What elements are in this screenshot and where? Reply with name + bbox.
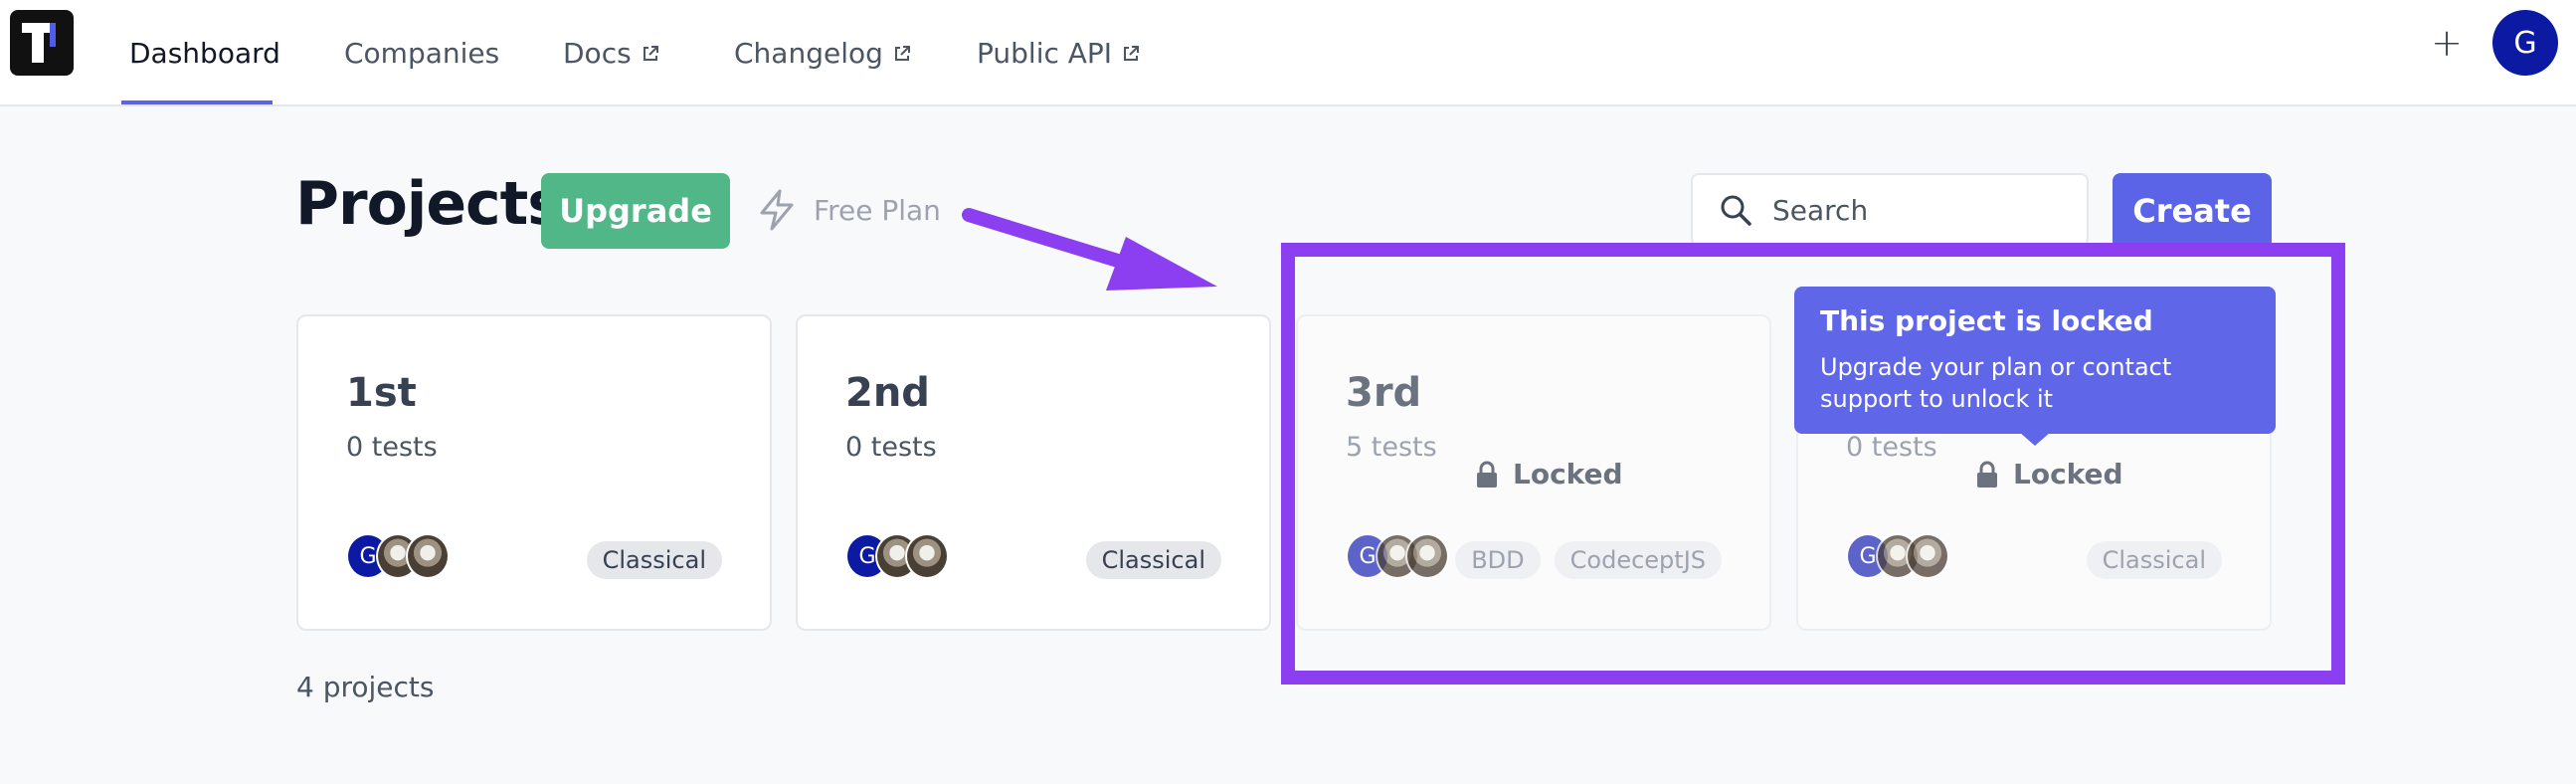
nav-companies-label: Companies (344, 37, 500, 70)
project-tags: Classical (1072, 541, 1221, 579)
project-test-count: 0 tests (845, 432, 937, 463)
page-title: Projects (295, 169, 563, 239)
user-avatar[interactable]: G (2492, 10, 2558, 76)
member-avatars: G (845, 533, 949, 579)
annotation-arrow-icon (962, 208, 1217, 291)
nav-public-api-label: Public API (977, 37, 1113, 70)
project-count: 4 projects (296, 671, 435, 703)
nav-public-api[interactable]: Public API (977, 0, 1140, 106)
member-avatars: G (346, 533, 450, 579)
nav-changelog[interactable]: Changelog (734, 0, 911, 106)
project-tags: Classical (573, 541, 722, 579)
app-logo[interactable] (10, 10, 74, 76)
nav-companies[interactable]: Companies (344, 0, 499, 106)
tag: Classical (1085, 541, 1221, 579)
project-test-count: 0 tests (346, 432, 438, 463)
tag: Classical (586, 541, 722, 579)
create-button[interactable]: Create (2113, 173, 2272, 249)
search-placeholder: Search (1772, 193, 1869, 227)
nav-docs[interactable]: Docs (563, 0, 659, 106)
external-link-icon (893, 37, 911, 70)
avatar (905, 533, 949, 579)
project-card[interactable]: 1st 0 tests G Classical (296, 314, 772, 631)
project-card[interactable]: 2nd 0 tests G Classical (796, 314, 1271, 631)
search-input[interactable]: Search (1691, 173, 2089, 247)
project-name: 2nd (845, 370, 930, 416)
lightning-icon (760, 189, 794, 231)
nav-changelog-label: Changelog (734, 37, 883, 70)
nav-dashboard-label: Dashboard (129, 37, 280, 70)
nav-docs-label: Docs (563, 37, 632, 70)
nav-dashboard[interactable]: Dashboard (129, 0, 280, 106)
external-link-icon (1122, 37, 1140, 70)
annotation-highlight-box (1281, 243, 2345, 685)
add-button[interactable]: + (2427, 20, 2467, 66)
search-icon (1721, 195, 1751, 226)
active-tab-indicator (121, 100, 273, 104)
external-link-icon (642, 37, 659, 70)
plan-indicator: Free Plan (758, 189, 941, 231)
avatar (406, 533, 450, 579)
project-name: 1st (346, 370, 417, 416)
top-nav-bar: Dashboard Companies Docs Changelog Publi… (0, 0, 2576, 106)
plan-label: Free Plan (814, 193, 941, 227)
upgrade-button[interactable]: Upgrade (541, 173, 730, 249)
